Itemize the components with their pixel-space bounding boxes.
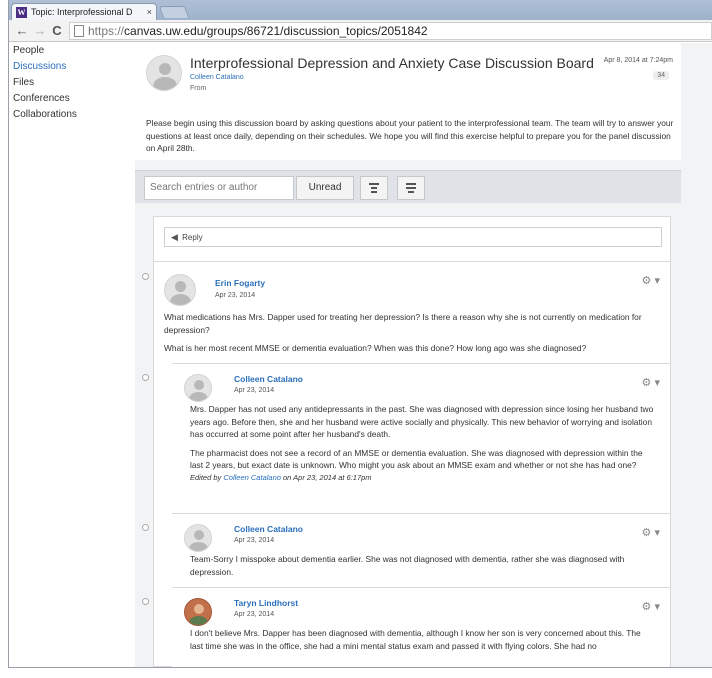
course-nav: People Discussions Files Conferences Col… xyxy=(9,43,135,667)
entry-paragraph: The pharmacist does not see a record of … xyxy=(190,447,643,471)
thread-dot[interactable] xyxy=(142,273,149,280)
new-tab-button[interactable] xyxy=(158,6,190,18)
avatar[interactable] xyxy=(184,374,212,402)
sidebar-item-files[interactable]: Files xyxy=(9,75,135,91)
avatar[interactable] xyxy=(146,55,182,91)
page-icon xyxy=(74,24,84,37)
entry-paragraph: Mrs. Dapper has not used any antidepress… xyxy=(190,404,654,439)
main-content: Interprofessional Depression and Anxiety… xyxy=(135,43,712,667)
entry-author-link[interactable]: Colleen Catalano xyxy=(234,374,303,384)
entry-author-link[interactable]: Colleen Catalano xyxy=(234,524,303,534)
tab-close-icon[interactable]: × xyxy=(147,7,152,17)
reply-button[interactable]: ◀ Reply xyxy=(164,227,662,247)
uw-favicon-icon: W xyxy=(16,6,27,18)
entry-message: What medications has Mrs. Dapper used fo… xyxy=(164,311,658,361)
sidebar-item-collaborations[interactable]: Collaborations xyxy=(9,107,135,123)
collapse-replies-button[interactable] xyxy=(360,176,388,200)
list-item: Taryn Lindhorst Apr 23, 2014 ⚙ ▾ I don't… xyxy=(172,587,670,667)
entry-paragraph: I don't believe Mrs. Dapper has been dia… xyxy=(190,628,641,651)
browser-window: W Topic: Interprofessional D × ← → C htt… xyxy=(8,0,712,668)
topic-author-link[interactable]: Colleen Catalano xyxy=(190,74,244,81)
thread-dot[interactable] xyxy=(142,374,149,381)
back-arrow-icon[interactable]: ← xyxy=(13,23,31,38)
edited-note: Edited by Colleen Catalano on Apr 23, 20… xyxy=(190,472,372,482)
reload-icon[interactable]: C xyxy=(49,23,65,38)
list-item: Colleen Catalano Apr 23, 2014 ⚙ ▾ Team-S… xyxy=(172,513,670,585)
entry-author-link[interactable]: Erin Fogarty xyxy=(215,278,265,288)
entry-paragraph: What is her most recent MMSE or dementia… xyxy=(164,343,587,353)
search-input[interactable]: Search entries or author xyxy=(144,176,294,200)
avatar[interactable] xyxy=(164,274,196,306)
expand-replies-button[interactable] xyxy=(397,176,425,200)
gear-icon[interactable]: ⚙ ▾ xyxy=(642,526,660,539)
topic-message: Please begin using this discussion board… xyxy=(146,118,674,153)
entry-author-link[interactable]: Taryn Lindhorst xyxy=(234,598,298,608)
gear-icon[interactable]: ⚙ ▾ xyxy=(642,600,660,613)
entry-message: Mrs. Dapper has not used any antidepress… xyxy=(190,403,656,484)
discussion-thread: ◀ Reply Erin Fogarty Apr 23, 2014 ⚙ ▾ Wh… xyxy=(142,216,671,667)
topic-header: Interprofessional Depression and Anxiety… xyxy=(135,43,681,160)
list-item: Colleen Catalano Apr 23, 2014 ⚙ ▾ Mrs. D… xyxy=(172,363,670,511)
avatar[interactable] xyxy=(184,524,212,552)
entry-paragraph: Team-Sorry I misspoke about dementia ear… xyxy=(190,554,625,577)
browser-tab[interactable]: W Topic: Interprofessional D × xyxy=(11,3,157,20)
reply-arrow-icon: ◀ xyxy=(171,232,178,242)
discussion-toolbar: Search entries or author Unread xyxy=(135,170,681,203)
url-scheme: https:// xyxy=(88,23,125,38)
unread-button[interactable]: Unread xyxy=(296,176,354,200)
thread-dot[interactable] xyxy=(142,524,149,531)
url-path: canvas.uw.edu/groups/86721/discussion_to… xyxy=(124,23,428,38)
sidebar-item-conferences[interactable]: Conferences xyxy=(9,91,135,107)
entry-message: I don't believe Mrs. Dapper has been dia… xyxy=(190,627,656,658)
gear-icon[interactable]: ⚙ ▾ xyxy=(642,376,660,389)
topic-from-label: From xyxy=(190,85,207,92)
avatar[interactable] xyxy=(184,598,212,626)
entry-date: Apr 23, 2014 xyxy=(234,611,275,618)
page-title: Interprofessional Depression and Anxiety… xyxy=(190,55,594,71)
reply-label: Reply xyxy=(182,233,203,242)
forward-arrow-icon[interactable]: → xyxy=(31,23,49,38)
reply-count-badge: 34 xyxy=(653,71,669,80)
thread-dot[interactable] xyxy=(142,598,149,605)
tab-strip: W Topic: Interprofessional D × xyxy=(9,0,712,20)
entry-date: Apr 23, 2014 xyxy=(215,292,256,299)
entry-message: Team-Sorry I misspoke about dementia ear… xyxy=(190,553,656,584)
list-item: Erin Fogarty Apr 23, 2014 ⚙ ▾ What medic… xyxy=(154,261,670,361)
gear-icon[interactable]: ⚙ ▾ xyxy=(642,274,660,287)
sidebar-item-people[interactable]: People xyxy=(9,43,135,59)
entry-paragraph: What medications has Mrs. Dapper used fo… xyxy=(164,312,642,335)
sidebar-item-discussions[interactable]: Discussions xyxy=(9,59,135,75)
topic-date: Apr 8, 2014 at 7:24pm xyxy=(603,57,673,64)
address-bar[interactable]: https://canvas.uw.edu/groups/86721/discu… xyxy=(69,21,712,40)
tab-title: Topic: Interprofessional D xyxy=(31,7,133,17)
expand-icon xyxy=(406,183,416,185)
edited-by-link[interactable]: Colleen Catalano xyxy=(223,473,281,482)
browser-toolbar: ← → C https://canvas.uw.edu/groups/86721… xyxy=(9,20,712,42)
collapse-icon xyxy=(369,183,379,185)
entry-date: Apr 23, 2014 xyxy=(234,537,275,544)
entry-date: Apr 23, 2014 xyxy=(234,387,275,394)
